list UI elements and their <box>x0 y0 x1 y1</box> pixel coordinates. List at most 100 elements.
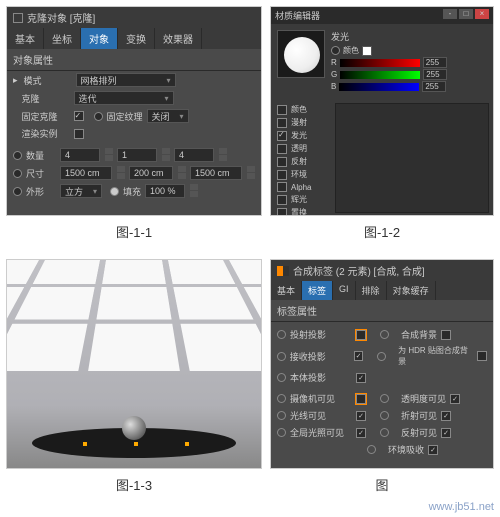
r-value[interactable]: 255 <box>423 57 447 68</box>
compositing-icon <box>277 266 289 276</box>
size-radio[interactable] <box>13 169 22 178</box>
cloner-panel: 克隆对象 [克隆] 基本 坐标 对象 变换 效果器 对象属性 ▸ 模式 网格排列… <box>6 6 262 216</box>
refract-visible-checkbox[interactable]: ✓ <box>441 411 451 421</box>
radio[interactable] <box>367 445 376 454</box>
hdr-bg-checkbox[interactable] <box>477 351 487 361</box>
b-value[interactable]: 255 <box>422 81 446 92</box>
count-radio[interactable] <box>13 151 22 160</box>
fix-clone-checkbox[interactable] <box>74 111 84 121</box>
fix-tex-dropdown[interactable]: 关闭▾ <box>147 109 189 123</box>
radio[interactable] <box>277 411 286 420</box>
count-z[interactable]: 4 <box>174 148 214 162</box>
shape-radio[interactable] <box>13 187 22 196</box>
b-slider[interactable] <box>339 83 419 91</box>
r-slider[interactable] <box>340 59 420 67</box>
axis-handle[interactable] <box>185 442 189 446</box>
radio[interactable] <box>380 428 389 437</box>
fill-label: 填充 <box>123 185 141 198</box>
chan-checkbox[interactable] <box>277 170 287 180</box>
camera-visible-checkbox[interactable] <box>356 394 366 404</box>
radio[interactable] <box>277 394 286 403</box>
chan-checkbox[interactable] <box>277 144 287 154</box>
tab-bar: 基本 标签 GI 排除 对象缓存 <box>271 281 493 300</box>
fill-value[interactable]: 100 % <box>145 184 185 198</box>
clone-dropdown[interactable]: 迭代▾ <box>74 91 174 105</box>
size-x[interactable]: 1500 cm <box>60 166 112 180</box>
alpha-visible-checkbox[interactable]: ✓ <box>450 394 460 404</box>
tab-coord[interactable]: 坐标 <box>44 28 81 49</box>
chan-checkbox[interactable] <box>277 118 287 128</box>
color-label: 颜色 <box>343 45 359 56</box>
fix-clone-label: 固定克隆 <box>22 110 70 123</box>
viewport-panel[interactable] <box>6 259 262 469</box>
tab-buffer[interactable]: 对象缓存 <box>387 281 436 300</box>
material-editor-panel: 材质编辑器 - □ × 发光 颜色 R255 G255 <box>270 6 494 216</box>
watermark: www.jb51.net <box>429 501 494 513</box>
reflect-visible-checkbox[interactable]: ✓ <box>441 428 451 438</box>
chan-checkbox[interactable] <box>277 157 287 167</box>
radio-off[interactable] <box>94 112 103 121</box>
g-slider[interactable] <box>340 71 420 79</box>
tag-properties: 投射投影合成背景 接收投影✓为 HDR 贴图合成背景 本体投影✓ 摄像机可见透明… <box>271 322 493 462</box>
tab-bar: 基本 坐标 对象 变换 效果器 <box>7 28 261 49</box>
ray-visible-checkbox[interactable]: ✓ <box>356 411 366 421</box>
chan-checkbox[interactable] <box>277 131 287 141</box>
window-header: 材质编辑器 - □ × <box>271 7 493 24</box>
radio[interactable] <box>380 411 389 420</box>
chan-checkbox[interactable] <box>277 182 287 192</box>
tab-transform[interactable]: 变换 <box>118 28 155 49</box>
radio[interactable] <box>380 330 389 339</box>
section-header: 对象属性 <box>7 49 261 71</box>
tab-basic[interactable]: 基本 <box>7 28 44 49</box>
tab-basic[interactable]: 基本 <box>271 281 302 300</box>
mode-dropdown[interactable]: 网格排列▾ <box>76 73 176 87</box>
tab-effector[interactable]: 效果器 <box>155 28 202 49</box>
chan-checkbox[interactable] <box>277 208 287 217</box>
material-body <box>335 103 489 213</box>
g-value[interactable]: 255 <box>423 69 447 80</box>
tab-gi[interactable]: GI <box>333 281 356 300</box>
color-radio[interactable] <box>331 46 340 55</box>
clone-label: 克隆 <box>22 92 70 105</box>
axis-handle[interactable] <box>134 442 138 446</box>
size-y[interactable]: 200 cm <box>129 166 173 180</box>
count-x[interactable]: 4 <box>60 148 100 162</box>
count-y[interactable]: 1 <box>117 148 157 162</box>
compositing-tag-panel: 合成标签 (2 元素) [合成, 合成] 基本 标签 GI 排除 对象缓存 标签… <box>270 259 494 469</box>
gi-visible-checkbox[interactable]: ✓ <box>356 428 366 438</box>
expand-arrow[interactable]: ▸ <box>13 75 18 86</box>
tab-exclude[interactable]: 排除 <box>356 281 387 300</box>
radio[interactable] <box>277 352 286 361</box>
radio[interactable] <box>277 373 286 382</box>
fill-radio[interactable] <box>110 187 119 196</box>
panel-title: 合成标签 (2 元素) [合成, 合成] <box>293 263 425 278</box>
radio[interactable] <box>377 352 386 361</box>
caption-1: 图-1-1 <box>6 216 262 251</box>
mode-label: 模式 <box>24 74 72 87</box>
channel-list: 颜色 漫射 发光 透明 反射 环境 Alpha 辉光 置换 <box>271 99 331 216</box>
color-swatch[interactable] <box>362 46 372 56</box>
shape-dropdown[interactable]: 立方▾ <box>60 184 102 198</box>
ao-checkbox[interactable]: ✓ <box>428 445 438 455</box>
section-header: 标签属性 <box>271 300 493 322</box>
self-shadow-checkbox[interactable]: ✓ <box>356 373 366 383</box>
caption-3: 图-1-3 <box>6 469 262 504</box>
radio[interactable] <box>277 428 286 437</box>
chan-checkbox[interactable] <box>277 105 287 115</box>
minimize-button[interactable]: - <box>443 9 457 19</box>
comp-bg-checkbox[interactable] <box>441 330 451 340</box>
cast-shadow-checkbox[interactable] <box>356 330 366 340</box>
tab-object[interactable]: 对象 <box>81 28 118 49</box>
panel-header: 克隆对象 [克隆] <box>7 7 261 28</box>
close-button[interactable]: × <box>475 9 489 19</box>
maximize-button[interactable]: □ <box>459 9 473 19</box>
axis-handle[interactable] <box>83 442 87 446</box>
receive-shadow-checkbox[interactable]: ✓ <box>354 351 364 361</box>
tab-tag[interactable]: 标签 <box>302 281 333 300</box>
radio[interactable] <box>380 394 389 403</box>
chan-checkbox[interactable] <box>277 195 287 205</box>
render-inst-checkbox[interactable] <box>74 129 84 139</box>
size-z[interactable]: 1500 cm <box>190 166 242 180</box>
radio[interactable] <box>277 330 286 339</box>
material-preview[interactable] <box>277 30 325 78</box>
